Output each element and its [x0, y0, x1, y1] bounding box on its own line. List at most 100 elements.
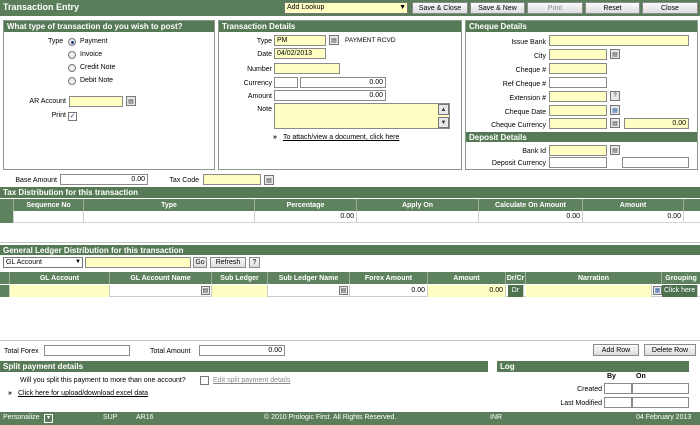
footer-module: AR16 [136, 414, 154, 421]
save-close-button[interactable]: Save & Close [412, 2, 468, 14]
save-new-button[interactable]: Save & New [470, 2, 525, 14]
payment-radio[interactable] [68, 38, 76, 46]
issue-bank-input[interactable] [549, 35, 689, 46]
tax-code-input[interactable] [203, 174, 261, 185]
invoice-radio[interactable] [68, 51, 76, 59]
gl-row-selector-header [0, 272, 10, 284]
debit-note-radio[interactable] [68, 77, 76, 85]
cheque-currency-lookup-icon[interactable]: ▤ [610, 118, 620, 128]
credit-note-radio[interactable] [68, 64, 76, 72]
lookup-select-value: Add Lookup [287, 4, 325, 11]
log-by-label: By [607, 373, 616, 380]
amount-input[interactable]: 0.00 [274, 90, 386, 101]
excel-upload-link[interactable]: Click here for upload/download excel dat… [18, 389, 148, 399]
tax-cell-type [84, 211, 255, 223]
total-amount-label: Total Amount [150, 348, 191, 355]
gl-help-button[interactable]: ? [249, 257, 260, 268]
number-input[interactable] [274, 63, 340, 74]
attach-document-link[interactable]: To attach/view a document, click here [283, 133, 399, 143]
ar-account-lookup-icon[interactable]: ▤ [126, 96, 136, 106]
detail-type-input[interactable]: PM [274, 35, 326, 46]
extension-input[interactable] [549, 91, 607, 102]
print-button[interactable]: Print [527, 2, 583, 14]
gl-search-input[interactable] [85, 257, 191, 268]
gl-cell-forex[interactable]: 0.00 [350, 285, 428, 297]
page-title: Transaction Entry [3, 2, 80, 12]
note-label: Note [257, 106, 272, 113]
gl-cell-drcr[interactable]: Dr [508, 285, 524, 297]
city-lookup-icon[interactable]: ▤ [610, 49, 620, 59]
deposit-details-heading: Deposit Details [466, 132, 697, 142]
lookup-select[interactable]: Add Lookup ▼ [284, 2, 408, 14]
gl-cell-account-name[interactable] [110, 285, 212, 297]
extension-label: Extension # [509, 95, 546, 102]
delete-row-button[interactable]: Delete Row [644, 344, 696, 356]
tax-cell-sequence [14, 211, 84, 223]
gl-cell-account[interactable] [10, 285, 110, 297]
reset-button[interactable]: Reset [585, 2, 640, 14]
cheque-currency-amount-input[interactable]: 0.00 [624, 118, 689, 129]
cheque-details-heading: Cheque Details [466, 21, 697, 32]
gl-account-lookup-icon[interactable]: ▤ [201, 286, 210, 295]
gl-cell-narration[interactable] [526, 285, 652, 297]
credit-note-option-label: Credit Note [80, 64, 116, 71]
tax-code-lookup-icon[interactable]: ▤ [264, 175, 274, 185]
add-row-button[interactable]: Add Row [593, 344, 639, 356]
created-on-field [632, 383, 689, 394]
personalize-link[interactable]: Personalize [3, 413, 40, 423]
log-on-label: On [636, 373, 646, 380]
close-button[interactable]: Close [642, 2, 698, 14]
gl-row-selector[interactable] [0, 285, 10, 297]
tax-row-selector[interactable] [0, 211, 14, 223]
gl-refresh-button[interactable]: Refresh [210, 257, 246, 268]
currency-rate-input[interactable]: 0.00 [300, 77, 386, 88]
dropdown-arrow-icon: ▼ [399, 4, 406, 11]
cheque-currency-label: Cheque Currency [491, 122, 546, 129]
gl-cell-sub-ledger[interactable] [212, 285, 268, 297]
print-checkbox[interactable]: ✓ [68, 112, 77, 121]
created-label: Created [577, 386, 602, 393]
note-textarea[interactable] [274, 103, 450, 129]
gl-filter-select[interactable]: GL Account ▼ [3, 257, 83, 268]
footer-date: 04 February 2013 [636, 414, 692, 421]
sub-ledger-lookup-icon[interactable]: ▤ [339, 286, 348, 295]
detail-type-lookup-icon[interactable]: ▤ [329, 35, 339, 45]
narration-calendar-icon[interactable]: ▦ [653, 286, 662, 295]
bank-id-input[interactable] [549, 145, 607, 156]
gl-cell-amount[interactable]: 0.00 [428, 285, 506, 297]
deposit-currency-input[interactable] [549, 157, 607, 168]
ref-cheque-input[interactable] [549, 77, 607, 88]
deposit-currency-amount-input[interactable] [622, 157, 689, 168]
log-heading: Log [497, 361, 689, 372]
cheque-number-input[interactable] [549, 63, 607, 74]
amount-label: Amount [247, 93, 272, 100]
personalize-dropdown-icon[interactable]: ▾ [44, 414, 53, 423]
gl-go-button[interactable]: Go [193, 257, 207, 268]
base-amount-input[interactable]: 0.00 [60, 174, 148, 185]
gl-col-amount: Amount [428, 272, 506, 284]
split-checkbox[interactable] [200, 376, 209, 385]
date-input[interactable]: 04/02/2013 [274, 48, 326, 59]
tax-col-extra [684, 199, 700, 211]
bank-id-label: Bank Id [522, 148, 546, 155]
ar-account-input[interactable] [69, 96, 123, 107]
city-input[interactable] [549, 49, 607, 60]
cheque-date-input[interactable] [549, 105, 607, 116]
extension-help-icon[interactable]: ? [610, 91, 620, 101]
tax-col-percentage: Percentage [255, 199, 357, 211]
cheque-currency-input[interactable] [549, 118, 607, 129]
note-scroll-down-icon[interactable]: ▼ [438, 117, 449, 128]
base-amount-label: Base Amount [15, 177, 57, 184]
note-scroll-up-icon[interactable]: ▲ [438, 104, 449, 115]
gl-cell-sub-ledger-name[interactable] [268, 285, 350, 297]
debit-note-option-label: Debit Note [80, 77, 114, 84]
last-modified-label: Last Modified [560, 400, 602, 407]
tax-col-amount: Amount [583, 199, 684, 211]
calendar-icon[interactable]: ▦ [610, 105, 620, 115]
tax-code-label: Tax Code [169, 177, 199, 184]
currency-code-input[interactable] [274, 77, 298, 88]
detail-type-description: PAYMENT RCVD [345, 37, 396, 44]
bank-id-lookup-icon[interactable]: ▤ [610, 145, 620, 155]
gl-grouping-link[interactable]: Click here [662, 285, 698, 297]
edit-split-link[interactable]: Edit split payment details [213, 376, 290, 386]
